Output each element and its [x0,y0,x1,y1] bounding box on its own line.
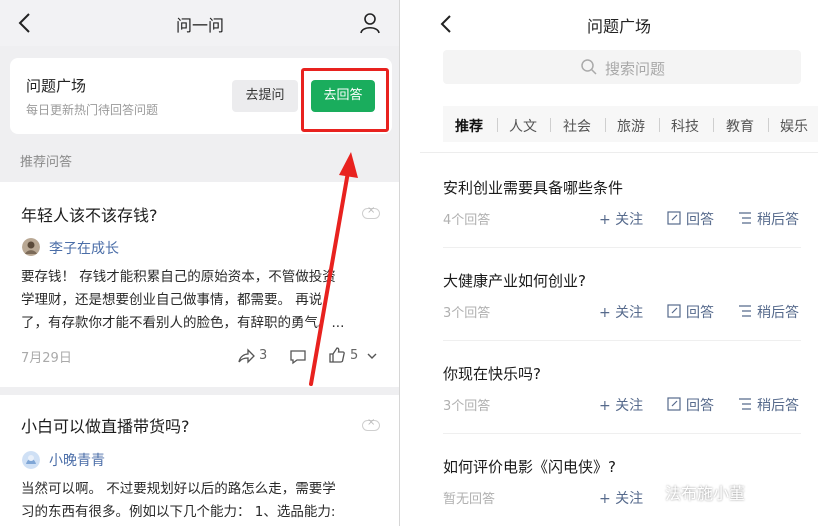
tab-divider [659,118,660,132]
right-panel: 问题广场 搜索问题 推荐 人文 社会 旅游 科技 教育 娱乐 安利创业需要具备哪… [420,0,818,526]
tab-divider [713,118,714,132]
answer-button[interactable]: 回答 [686,395,714,415]
answer-later-button[interactable]: 稍后答 [757,209,799,229]
answer-button[interactable]: 回答 [686,302,714,322]
excerpt-line: 当然可以啊。 不过要规划好以后的路怎么走，需要学 [21,481,336,497]
list-icon [739,398,751,410]
question-title[interactable]: 你现在快乐吗? [443,363,541,384]
share-icon[interactable] [237,347,255,365]
dismiss-icon[interactable] [362,205,380,219]
watermark-text: 法布施小董 [665,484,746,503]
answer-later-button[interactable]: 稍后答 [757,302,799,322]
post-title: 年轻人该不该存钱? [21,206,158,225]
divider [420,152,818,153]
tab-tech[interactable]: 科技 [671,116,699,136]
tab-education[interactable]: 教育 [726,116,754,136]
comment-icon[interactable] [289,348,307,366]
tab-society[interactable]: 社会 [563,116,591,136]
tab-travel[interactable]: 旅游 [617,116,645,136]
card-title: 问题广场 [26,77,87,95]
search-placeholder: 搜索问题 [605,60,666,78]
screenshot-stage: 问一问 问题广场 每日更新热门待回答问题 去提问 去回答 推荐问答 年轻人该不该… [0,0,818,526]
category-tabs: 推荐 人文 社会 旅游 科技 教育 娱乐 [443,106,818,142]
search-icon [581,59,597,75]
list-icon [739,305,751,317]
post-excerpt: 要存钱！ 存钱才能积累自己的原始资本，不管做投资 学理财，还是想要创业自己做事情… [21,266,381,335]
follow-button[interactable]: + 关注 [599,488,643,508]
divider [443,433,801,434]
tab-divider [768,118,769,132]
tab-divider [605,118,606,132]
post-excerpt: 当然可以啊。 不过要规划好以后的路怎么走，需要学 习的东西有很多。例如以下几个能… [21,478,381,524]
post-title: 小白可以做直播带货吗? [21,417,190,436]
card-subtitle: 每日更新热门待回答问题 [26,103,159,117]
answer-count: 4个回答 [443,213,491,228]
excerpt-line: 要存钱！ 存钱才能积累自己的原始资本，不管做投资 [21,269,336,285]
post-card[interactable]: 年轻人该不该存钱? 李子在成长 要存钱！ 存钱才能积累自己的原始资本，不管做投资… [0,182,399,387]
excerpt-line: 习的东西有很多。例如以下几个能力： 1、选品能力: [21,504,336,520]
excerpt-line: 学理财，还是想要创业自己做事情，都需要。 再说 [21,292,323,308]
edit-icon [667,304,681,318]
answer-count: 3个回答 [443,399,491,414]
dismiss-icon[interactable] [362,417,380,431]
answer-later-button[interactable]: 稍后答 [757,395,799,415]
divider [443,247,801,248]
section-label: 推荐问答 [20,155,73,170]
list-icon [739,212,751,224]
left-page-title: 问一问 [175,16,224,35]
search-input[interactable]: 搜索问题 [443,50,801,84]
tab-divider [550,118,551,132]
tab-divider [497,118,498,132]
red-highlight-box [301,68,389,132]
post-date: 7月29日 [21,351,72,366]
answer-count: 暂无回答 [443,492,496,507]
edit-icon [667,397,681,411]
question-title[interactable]: 安利创业需要具备哪些条件 [443,177,623,198]
thumbs-up-icon[interactable] [328,346,346,364]
answer-count: 3个回答 [443,306,491,321]
avatar [22,238,40,256]
share-count: 3 [259,348,268,363]
user-icon[interactable] [358,11,382,35]
post-card[interactable]: 小白可以做直播带货吗? 小晚青青 当然可以啊。 不过要规划好以后的路怎么走，需要… [0,395,399,526]
question-title[interactable]: 大健康产业如何创业? [443,270,586,291]
edit-icon [667,211,681,225]
answer-button[interactable]: 回答 [686,209,714,229]
left-nav-bar: 问一问 [0,0,399,46]
excerpt-line: 了，有存款你才能不看别人的脸色，有辞职的勇气。... [21,315,345,331]
follow-button[interactable]: + 关注 [599,302,643,322]
author-name[interactable]: 小晚青青 [49,450,105,470]
divider [443,340,801,341]
author-name[interactable]: 李子在成长 [49,238,119,258]
like-count: 5 [350,348,359,363]
ask-question-button[interactable]: 去提问 [232,80,298,112]
wechat-watermark-icon [642,481,664,498]
tab-entertainment[interactable]: 娱乐 [780,116,808,136]
follow-button[interactable]: + 关注 [599,209,643,229]
follow-button[interactable]: + 关注 [599,395,643,415]
avatar [22,451,40,469]
left-panel: 问一问 问题广场 每日更新热门待回答问题 去提问 去回答 推荐问答 年轻人该不该… [0,0,400,526]
question-title[interactable]: 如何评价电影《闪电侠》? [443,456,616,477]
chevron-down-icon[interactable] [366,350,378,362]
tab-recommend[interactable]: 推荐 [455,116,483,136]
tab-humanities[interactable]: 人文 [509,116,537,136]
right-page-title: 问题广场 [586,17,651,36]
